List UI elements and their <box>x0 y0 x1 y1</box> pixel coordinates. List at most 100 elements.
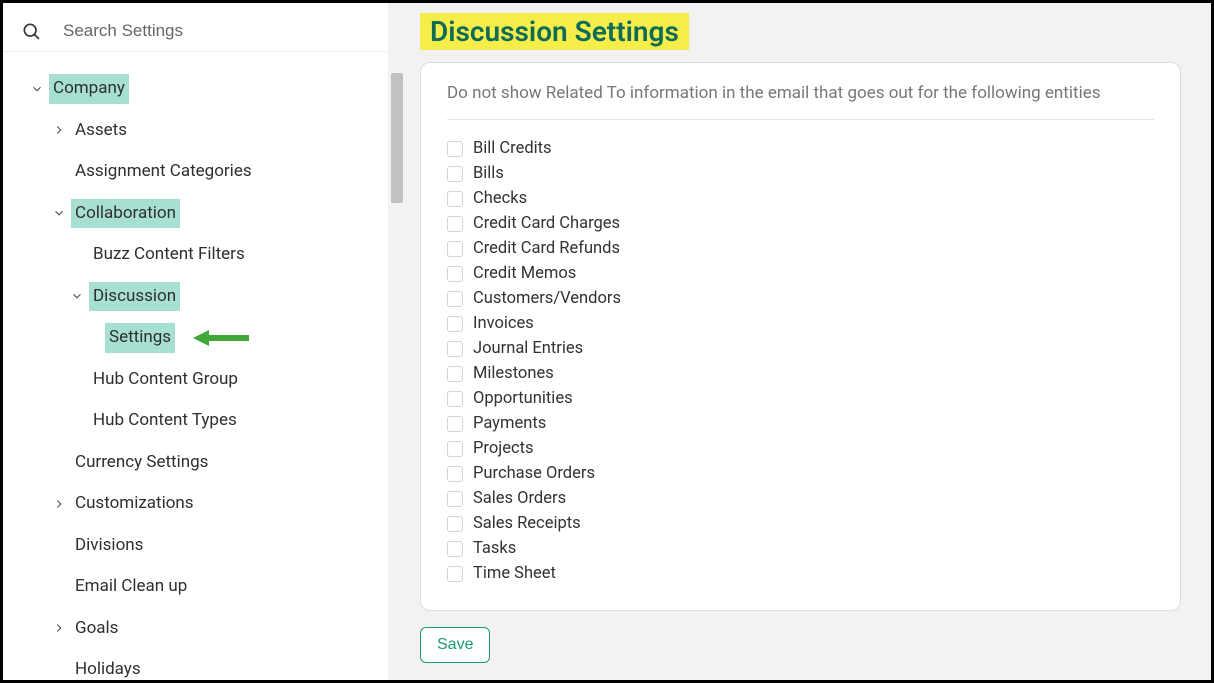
nav-label: Currency Settings <box>71 448 212 478</box>
entity-label: Customers/Vendors <box>473 289 621 308</box>
chevron-down-icon <box>47 206 71 220</box>
entity-checkbox[interactable] <box>447 216 463 232</box>
nav-label: Holidays <box>71 655 145 680</box>
search-icon <box>21 21 41 41</box>
nav-label: Divisions <box>71 531 147 561</box>
nav-buzz-content-filters[interactable]: Buzz Content Filters <box>3 234 388 276</box>
nav-hub-content-types[interactable]: Hub Content Types <box>3 400 388 442</box>
scrollbar-thumb[interactable] <box>391 73 403 203</box>
search-input[interactable] <box>63 21 370 41</box>
entity-row: Journal Entries <box>447 336 1154 361</box>
nav-company[interactable]: Company <box>3 68 388 110</box>
entity-label: Milestones <box>473 364 554 383</box>
nav-currency-settings[interactable]: Currency Settings <box>3 442 388 484</box>
nav-divisions[interactable]: Divisions <box>3 525 388 567</box>
nav-label: Hub Content Types <box>89 406 241 436</box>
entity-checkbox[interactable] <box>447 516 463 532</box>
nav-label: Assignment Categories <box>71 157 256 187</box>
entity-label: Credit Memos <box>473 264 576 283</box>
nav-assets[interactable]: Assets <box>3 110 388 152</box>
entity-label: Opportunities <box>473 389 573 408</box>
entity-checkbox[interactable] <box>447 291 463 307</box>
entity-row: Customers/Vendors <box>447 286 1154 311</box>
nav-discussion[interactable]: Discussion <box>3 276 388 318</box>
entity-checkbox[interactable] <box>447 541 463 557</box>
entity-label: Sales Orders <box>473 489 566 508</box>
entity-row: Credit Card Charges <box>447 211 1154 236</box>
entity-row: Milestones <box>447 361 1154 386</box>
nav-discussion-settings[interactable]: Settings <box>3 317 388 359</box>
nav-holidays[interactable]: Holidays <box>3 649 388 680</box>
app-frame: Company Assets Assignment Categories Col… <box>0 0 1214 683</box>
entity-checkbox[interactable] <box>447 241 463 257</box>
entity-label: Payments <box>473 414 546 433</box>
search-row <box>3 21 388 52</box>
entity-row: Projects <box>447 436 1154 461</box>
entity-checklist: Bill Credits Bills Checks Credit Card Charg… <box>447 136 1154 586</box>
nav-hub-content-group[interactable]: Hub Content Group <box>3 359 388 401</box>
page-title: Discussion Settings <box>420 13 689 50</box>
settings-sidebar: Company Assets Assignment Categories Col… <box>3 3 388 680</box>
entity-checkbox[interactable] <box>447 316 463 332</box>
main-content: Discussion Settings Do not show Related … <box>406 3 1211 680</box>
entity-label: Credit Card Refunds <box>473 239 620 258</box>
entity-label: Checks <box>473 189 527 208</box>
entity-row: Credit Memos <box>447 261 1154 286</box>
nav-label: Goals <box>71 614 122 644</box>
entity-row: Invoices <box>447 311 1154 336</box>
entity-checkbox[interactable] <box>447 391 463 407</box>
entity-label: Time Sheet <box>473 564 556 583</box>
nav-label: Hub Content Group <box>89 365 242 395</box>
nav-label: Company <box>49 74 129 104</box>
entity-label: Projects <box>473 439 534 458</box>
entity-checkbox[interactable] <box>447 466 463 482</box>
nav-customizations[interactable]: Customizations <box>3 483 388 525</box>
nav-label: Customizations <box>71 489 198 519</box>
chevron-down-icon <box>65 289 89 303</box>
entity-label: Journal Entries <box>473 339 583 358</box>
entity-checkbox[interactable] <box>447 416 463 432</box>
nav-label: Email Clean up <box>71 572 191 602</box>
entity-checkbox[interactable] <box>447 141 463 157</box>
entity-row: Payments <box>447 411 1154 436</box>
entity-row: Checks <box>447 186 1154 211</box>
save-button[interactable]: Save <box>420 627 490 663</box>
chevron-down-icon <box>25 82 49 96</box>
entity-label: Credit Card Charges <box>473 214 620 233</box>
entity-row: Tasks <box>447 536 1154 561</box>
entity-label: Bills <box>473 164 504 183</box>
nav-label: Discussion <box>89 282 180 312</box>
nav-collaboration[interactable]: Collaboration <box>3 193 388 235</box>
entity-checkbox[interactable] <box>447 566 463 582</box>
chevron-right-icon <box>47 621 71 635</box>
entity-checkbox[interactable] <box>447 191 463 207</box>
entity-checkbox[interactable] <box>447 366 463 382</box>
sidebar-scrollbar[interactable] <box>388 3 406 680</box>
entity-row: Purchase Orders <box>447 461 1154 486</box>
nav-email-cleanup[interactable]: Email Clean up <box>3 566 388 608</box>
nav-goals[interactable]: Goals <box>3 608 388 650</box>
entity-checkbox[interactable] <box>447 491 463 507</box>
chevron-right-icon <box>47 497 71 511</box>
entity-row: Time Sheet <box>447 561 1154 586</box>
chevron-right-icon <box>47 123 71 137</box>
settings-card: Do not show Related To information in th… <box>420 62 1181 611</box>
entity-checkbox[interactable] <box>447 166 463 182</box>
entity-row: Opportunities <box>447 386 1154 411</box>
entity-row: Bill Credits <box>447 136 1154 161</box>
entity-checkbox[interactable] <box>447 441 463 457</box>
page-title-row: Discussion Settings <box>420 15 1181 48</box>
nav-tree: Company Assets Assignment Categories Col… <box>3 68 388 680</box>
entity-label: Invoices <box>473 314 534 333</box>
entity-row: Credit Card Refunds <box>447 236 1154 261</box>
entity-label: Sales Receipts <box>473 514 581 533</box>
nav-label: Collaboration <box>71 199 180 229</box>
entity-checkbox[interactable] <box>447 266 463 282</box>
entity-label: Tasks <box>473 539 516 558</box>
entity-label: Purchase Orders <box>473 464 595 483</box>
card-description: Do not show Related To information in th… <box>447 83 1154 120</box>
nav-assignment-categories[interactable]: Assignment Categories <box>3 151 388 193</box>
entity-checkbox[interactable] <box>447 341 463 357</box>
entity-row: Bills <box>447 161 1154 186</box>
entity-row: Sales Receipts <box>447 511 1154 536</box>
